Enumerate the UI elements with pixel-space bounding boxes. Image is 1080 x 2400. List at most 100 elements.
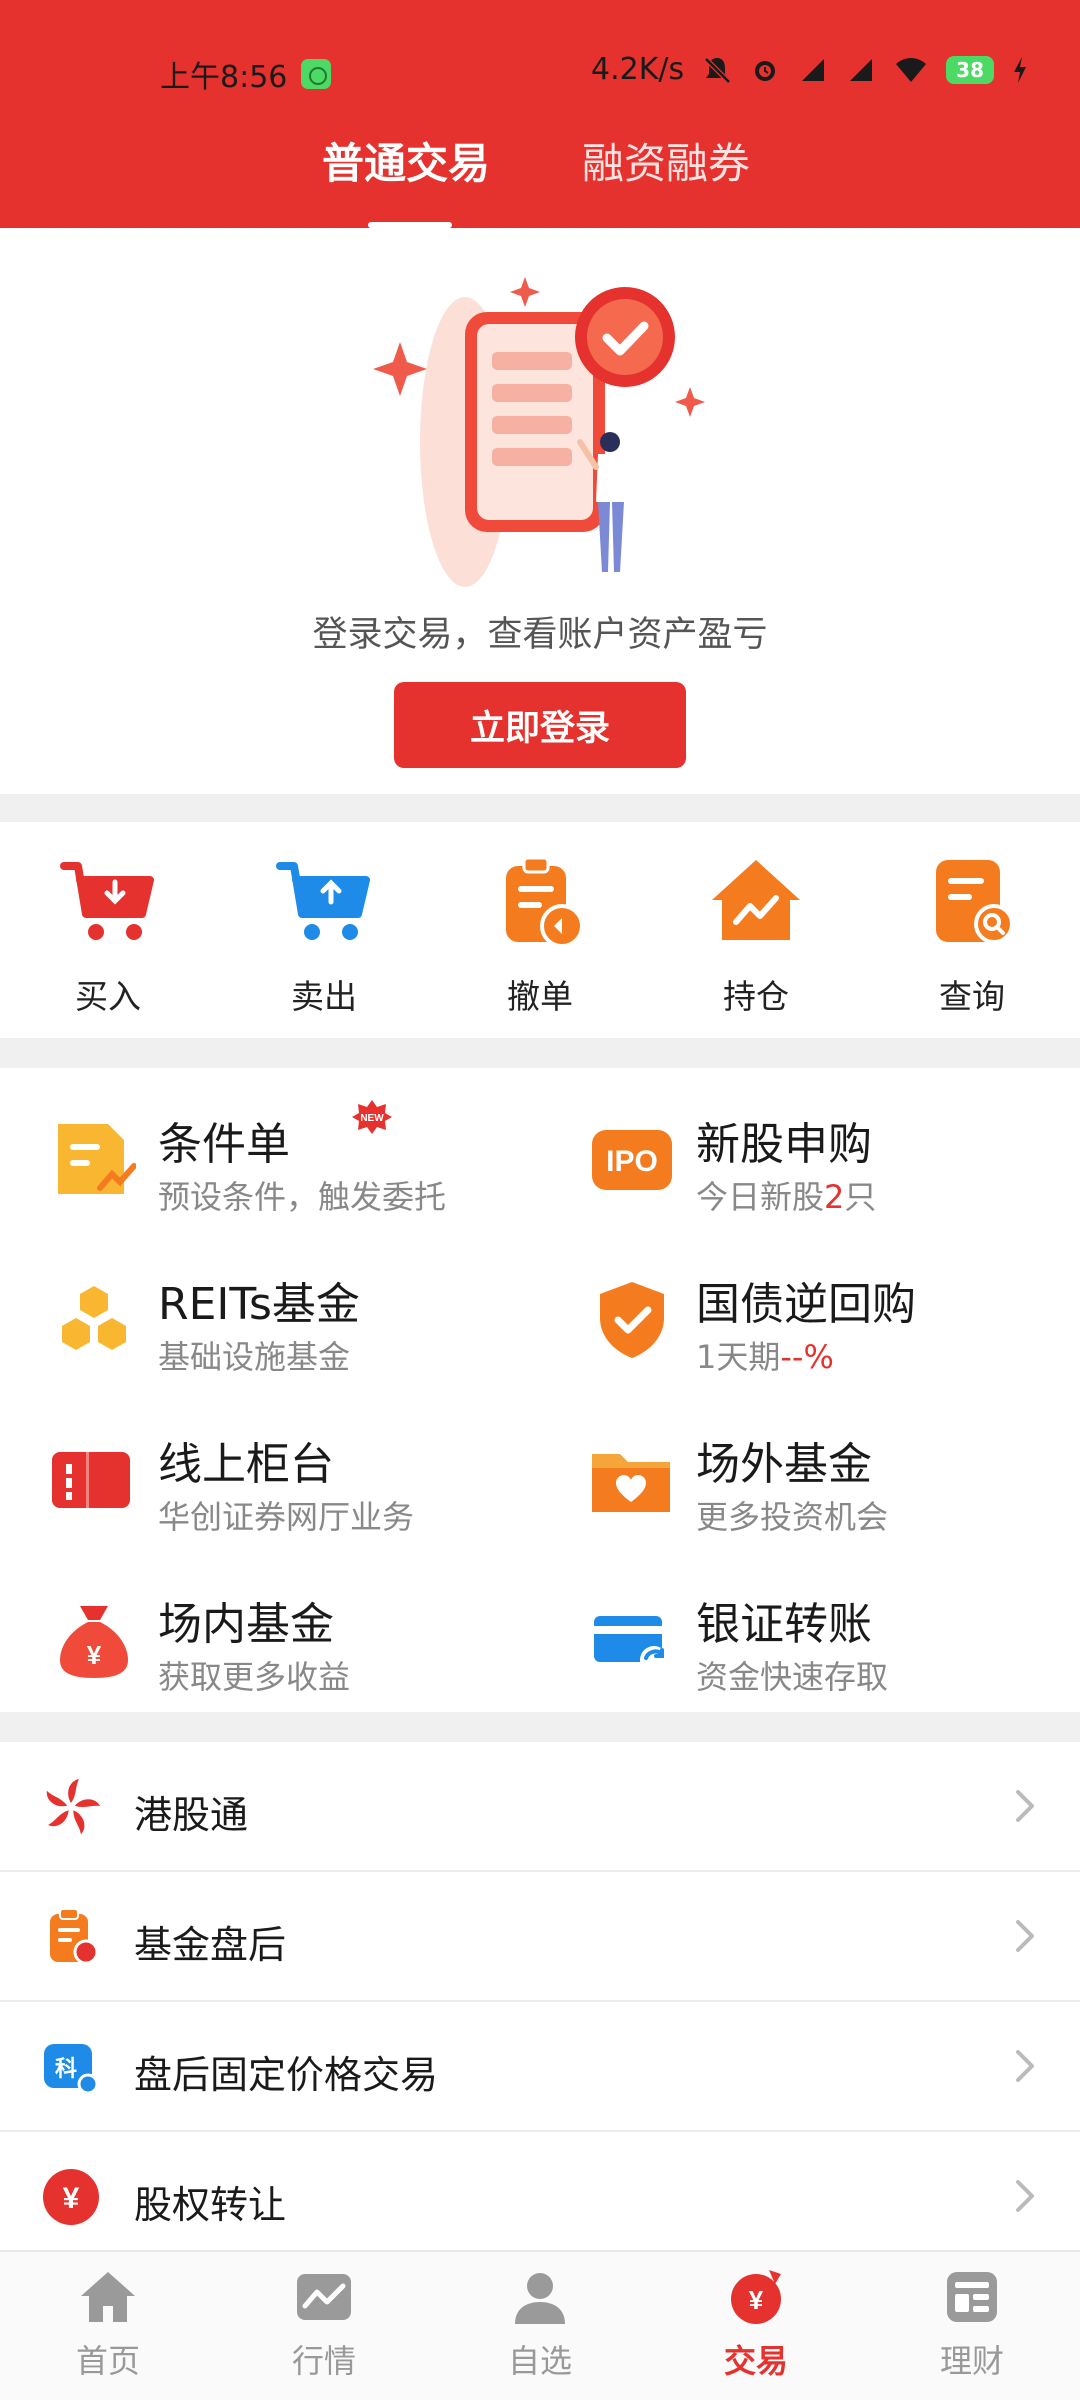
clipboard-undo-icon <box>506 856 584 948</box>
status-time: 上午8:56 <box>160 60 288 95</box>
new-badge: NEW <box>352 1100 392 1134</box>
quick-sell[interactable]: 卖出 <box>244 852 404 1022</box>
nav-wealth[interactable]: 理财 <box>892 2266 1052 2396</box>
house-chart-icon <box>712 860 800 940</box>
list-item-equity-transfer-label: 股权转让 <box>134 2183 287 2227</box>
signal-icon <box>802 58 825 81</box>
signal-icon-2 <box>850 58 873 81</box>
list-item-equity-transfer[interactable]: ¥ 股权转让 <box>0 2132 1080 2262</box>
list-item-fixed-price-trade[interactable]: 科 盘后固定价格交易 <box>0 2002 1080 2132</box>
quick-cancel-label: 撤单 <box>507 977 573 1016</box>
star-market-icon: 科 <box>44 2044 99 2095</box>
quick-query[interactable]: 查询 <box>892 852 1052 1022</box>
grid-conditional-order[interactable]: 条件单 NEW 预设条件，触发委托 <box>52 1090 572 1240</box>
grid-otc-fund-sub: 更多投资机会 <box>696 1498 889 1536</box>
chevron-right-icon <box>1016 1920 1034 1952</box>
list-item-hk-connect[interactable]: 港股通 <box>0 1742 1080 1872</box>
grid-exchange-fund-title: 场内基金 <box>158 1599 334 1650</box>
grid-bank-transfer[interactable]: 银证转账 资金快速存取 <box>590 1570 1080 1720</box>
svg-text:IPO: IPO <box>606 1145 658 1178</box>
nav-market[interactable]: 行情 <box>244 2266 404 2396</box>
doc-search-icon <box>936 860 1014 944</box>
grid-conditional-order-title: 条件单 <box>158 1119 290 1170</box>
svg-text:¥: ¥ <box>63 2182 80 2215</box>
login-illustration <box>373 277 705 587</box>
wealth-icon <box>947 2272 997 2322</box>
app-notification-icon <box>301 59 332 89</box>
status-bar: 上午8:56 4.2K/s 38 <box>0 0 1080 140</box>
alarm-icon <box>755 60 776 81</box>
bank-card-transfer-icon <box>594 1616 668 1674</box>
services-grid: 条件单 NEW 预设条件，触发委托 IPO 新股申购 今日新股2只 REITs基… <box>0 1068 1080 1712</box>
quick-buy-label: 买入 <box>75 977 141 1016</box>
svg-text:¥: ¥ <box>87 1640 102 1670</box>
reits-hexagons-icon <box>62 1286 126 1350</box>
grid-ipo-subscribe[interactable]: IPO 新股申购 今日新股2只 <box>590 1090 1080 1240</box>
grid-exchange-fund-sub: 获取更多收益 <box>158 1658 351 1696</box>
list-item-fixed-price-trade-label: 盘后固定价格交易 <box>134 2053 439 2097</box>
trade-yen-icon: ¥ <box>731 2270 781 2324</box>
tab-margin-trade[interactable]: 融资融券 <box>582 130 750 191</box>
grid-bank-transfer-sub: 资金快速存取 <box>696 1658 889 1696</box>
nav-home-label: 首页 <box>75 2342 140 2380</box>
grid-online-counter-title: 线上柜台 <box>158 1439 334 1490</box>
quick-actions: 买入 卖出 撤单 持仓 查询 <box>0 822 1080 1038</box>
shield-check-icon <box>600 1282 664 1358</box>
list-item-fund-after-hours-label: 基金盘后 <box>134 1923 287 1967</box>
grid-ipo-title: 新股申购 <box>696 1119 872 1170</box>
chevron-right-icon <box>1016 1790 1034 1822</box>
nav-watchlist-label: 自选 <box>507 2342 572 2380</box>
nav-trade[interactable]: ¥ 交易 <box>676 2266 836 2396</box>
person-icon <box>515 2273 565 2324</box>
grid-bank-transfer-title: 银证转账 <box>696 1599 872 1650</box>
folder-heart-icon <box>592 1454 670 1512</box>
grid-reverse-repo[interactable]: 国债逆回购 1天期--% <box>590 1250 1080 1400</box>
status-icons: 4.2K/s 38 <box>591 52 1028 87</box>
home-icon <box>81 2272 135 2322</box>
quick-position-label: 持仓 <box>723 977 789 1016</box>
grid-exchange-fund[interactable]: ¥ 场内基金 获取更多收益 <box>52 1570 572 1720</box>
quick-cancel[interactable]: 撤单 <box>460 852 620 1022</box>
login-section: 登录交易，查看账户资产盈亏 立即登录 <box>0 228 1080 794</box>
nav-watchlist[interactable]: 自选 <box>460 2266 620 2396</box>
nav-home[interactable]: 首页 <box>28 2266 188 2396</box>
trade-tabs: 普通交易 融资融券 <box>0 130 1080 228</box>
net-speed: 4.2K/s <box>591 52 685 87</box>
charging-icon <box>1014 56 1026 83</box>
header: 上午8:56 4.2K/s 38 普通交易 融资融券 <box>0 0 1080 228</box>
cart-down-icon <box>60 862 154 940</box>
grid-otc-fund[interactable]: 场外基金 更多投资机会 <box>590 1410 1080 1560</box>
money-bag-icon: ¥ <box>60 1606 128 1678</box>
quick-query-label: 查询 <box>939 977 1005 1016</box>
mute-bell-icon <box>704 56 731 84</box>
battery-level: 38 <box>946 55 994 84</box>
chevron-right-icon <box>1016 2050 1034 2082</box>
grid-conditional-order-sub: 预设条件，触发委托 <box>158 1178 447 1216</box>
login-button[interactable]: 立即登录 <box>394 682 686 768</box>
nav-wealth-label: 理财 <box>939 2342 1004 2380</box>
nav-trade-label: 交易 <box>723 2342 788 2380</box>
tab-normal-trade[interactable]: 普通交易 <box>322 130 490 191</box>
grid-reverse-repo-sub: 1天期--% <box>696 1338 834 1376</box>
svg-text:科: 科 <box>55 2057 77 2082</box>
service-list: 港股通 基金盘后 科 盘后固定价格交易 ¥ 股权转让 <box>0 1742 1080 2262</box>
grid-online-counter[interactable]: 线上柜台 华创证券网厅业务 <box>52 1410 572 1560</box>
grid-ipo-sub: 今日新股2只 <box>696 1178 877 1216</box>
list-item-fund-after-hours[interactable]: 基金盘后 <box>0 1872 1080 2002</box>
cart-up-icon <box>276 862 370 940</box>
svg-text:¥: ¥ <box>749 2285 764 2315</box>
quick-buy[interactable]: 买入 <box>28 852 188 1022</box>
quick-position[interactable]: 持仓 <box>676 852 836 1022</box>
svg-text:NEW: NEW <box>360 1113 384 1124</box>
nav-market-label: 行情 <box>291 2342 356 2380</box>
online-counter-icon <box>52 1452 130 1508</box>
grid-reits-fund[interactable]: REITs基金 基础设施基金 <box>52 1250 572 1400</box>
list-item-hk-connect-label: 港股通 <box>134 1793 249 1837</box>
bottom-nav: 首页 行情 自选 ¥ 交易 理财 <box>0 2250 1080 2400</box>
chevron-right-icon <box>1016 2180 1034 2212</box>
status-time-group: 上午8:56 <box>160 52 332 96</box>
ipo-icon: IPO <box>592 1130 672 1190</box>
clipboard-icon <box>50 1908 99 1965</box>
grid-reverse-repo-title: 国债逆回购 <box>696 1279 916 1330</box>
grid-otc-fund-title: 场外基金 <box>696 1439 872 1490</box>
